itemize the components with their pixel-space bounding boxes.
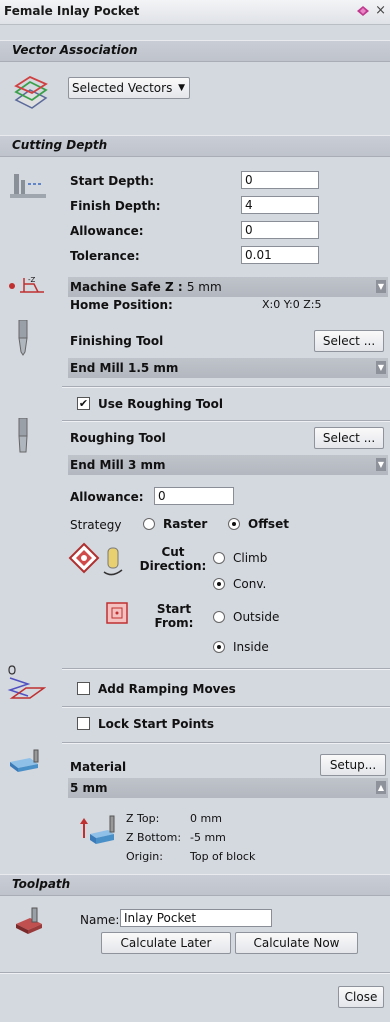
add-ramping-moves-checkbox[interactable] <box>77 682 90 695</box>
cut-direction-conv-label: Conv. <box>233 577 267 591</box>
expand-arrow-icon[interactable]: ▼ <box>376 458 386 471</box>
roughing-allowance-label: Allowance: <box>70 490 144 504</box>
material-thickness: 5 mm <box>70 781 108 795</box>
finishing-tool-icon <box>18 320 28 356</box>
panel-title: Female Inlay Pocket <box>4 4 140 18</box>
finish-depth-label: Finish Depth: <box>70 199 161 213</box>
finishing-tool-label: Finishing Tool <box>70 334 164 348</box>
allowance-input[interactable]: 0 <box>241 221 319 239</box>
strategy-raster-label: Raster <box>163 517 208 531</box>
section-title: Cutting Depth <box>12 138 108 152</box>
start-depth-label: Start Depth: <box>70 174 155 188</box>
tolerance-input[interactable]: 0.01 <box>241 246 319 264</box>
finishing-tool-select-button[interactable]: Select ... <box>314 330 384 352</box>
vector-layers-icon <box>14 76 48 109</box>
z-bottom-label: Z Bottom: <box>126 831 182 844</box>
origin-label: Origin: <box>126 850 163 863</box>
use-roughing-tool-checkbox[interactable]: ✔ <box>77 397 90 410</box>
ramping-icon <box>7 665 46 699</box>
safe-z-icon: -Z <box>9 276 44 293</box>
finish-depth-input[interactable]: 4 <box>241 196 319 214</box>
machine-safe-z-bar[interactable]: Machine Safe Z : 5 mm ▼ <box>68 277 388 297</box>
material-thickness-bar[interactable]: 5 mm ▲ <box>68 778 388 798</box>
toolpath-icon <box>16 907 42 934</box>
divider <box>62 668 390 670</box>
safe-z-text: Machine Safe Z : 5 mm <box>70 280 222 294</box>
allowance-label: Allowance: <box>70 224 144 238</box>
roughing-tool-label: Roughing Tool <box>70 431 166 445</box>
dropdown-arrow-icon: ▼ <box>178 83 185 93</box>
divider <box>0 972 390 974</box>
divider <box>62 420 390 422</box>
origin-value: Top of block <box>190 850 256 863</box>
material-label: Material <box>70 760 127 774</box>
material-setup-button[interactable]: Setup... <box>320 754 386 776</box>
svg-text:-Z: -Z <box>28 276 36 284</box>
tolerance-label: Tolerance: <box>70 249 140 263</box>
section-toolpath: Toolpath <box>0 874 390 896</box>
home-position-label: Home Position: <box>70 298 173 312</box>
toolpath-name-input[interactable]: Inlay Pocket <box>120 909 272 927</box>
lock-start-points-checkbox[interactable] <box>77 717 90 730</box>
section-cutting-depth: Cutting Depth <box>0 135 390 157</box>
start-from-outside-radio[interactable] <box>213 611 225 623</box>
roughing-tool-name: End Mill 3 mm <box>70 458 166 472</box>
material-block-icon <box>10 749 39 772</box>
material-z-icon <box>80 815 115 844</box>
strategy-offset-label: Offset <box>248 517 289 531</box>
strategy-raster-radio[interactable] <box>143 518 155 530</box>
z-bottom-value: -5 mm <box>190 831 226 844</box>
roughing-tool-select-button[interactable]: Select ... <box>314 427 384 449</box>
start-from-inside-label: Inside <box>233 640 269 654</box>
collapse-arrow-icon[interactable]: ▲ <box>376 781 386 794</box>
cut-direction-climb-label: Climb <box>233 551 268 565</box>
z-top-label: Z Top: <box>126 812 160 825</box>
home-position-value: X:0 Y:0 Z:5 <box>262 298 322 311</box>
finishing-tool-name: End Mill 1.5 mm <box>70 361 179 375</box>
section-title: Vector Association <box>12 43 138 57</box>
start-from-outside-label: Outside <box>233 610 280 624</box>
pin-icon[interactable] <box>356 5 370 17</box>
section-vector-association: Vector Association <box>0 40 390 62</box>
use-roughing-tool-label: Use Roughing Tool <box>98 397 223 411</box>
close-button[interactable]: Close <box>338 986 384 1008</box>
expand-arrow-icon[interactable]: ▼ <box>376 280 386 293</box>
cut-direction-climb-radio[interactable] <box>213 552 225 564</box>
divider <box>62 386 390 388</box>
cut-direction-conv-radio[interactable] <box>213 578 225 590</box>
calculate-later-button[interactable]: Calculate Later <box>101 932 231 954</box>
divider <box>62 706 390 708</box>
z-top-value: 0 mm <box>190 812 222 825</box>
close-icon[interactable]: × <box>375 3 386 18</box>
cut-direction-label: Cut Direction: <box>139 545 207 573</box>
strategy-label: Strategy <box>70 518 122 532</box>
vector-selection-dropdown[interactable]: Selected Vectors ▼ <box>68 77 190 99</box>
title-bar: Female Inlay Pocket × <box>0 0 390 25</box>
expand-arrow-icon[interactable]: ▼ <box>376 361 386 374</box>
roughing-tool-icon <box>18 418 28 453</box>
safe-z-value: 5 mm <box>186 280 222 294</box>
divider <box>62 742 390 744</box>
start-depth-input[interactable]: 0 <box>241 171 319 189</box>
safe-z-label: Machine Safe Z : <box>70 280 183 294</box>
cut-direction-icon <box>68 542 123 576</box>
female-inlay-pocket-panel: Female Inlay Pocket × Vector Association… <box>0 0 390 1022</box>
roughing-allowance-input[interactable]: 0 <box>154 487 234 505</box>
roughing-tool-bar[interactable]: End Mill 3 mm ▼ <box>68 455 388 475</box>
calculate-now-button[interactable]: Calculate Now <box>235 932 358 954</box>
lock-start-points-label: Lock Start Points <box>98 717 215 731</box>
finishing-tool-bar[interactable]: End Mill 1.5 mm ▼ <box>68 358 388 378</box>
start-from-icon <box>106 602 128 624</box>
start-from-inside-radio[interactable] <box>213 641 225 653</box>
toolpath-name-label: Name: <box>80 913 120 927</box>
dropdown-value: Selected Vectors <box>72 81 173 95</box>
cutting-depth-icon <box>10 174 46 198</box>
start-from-label: Start From: <box>154 602 194 630</box>
add-ramping-moves-label: Add Ramping Moves <box>98 682 236 696</box>
section-title: Toolpath <box>12 877 71 891</box>
strategy-offset-radio[interactable] <box>228 518 240 530</box>
